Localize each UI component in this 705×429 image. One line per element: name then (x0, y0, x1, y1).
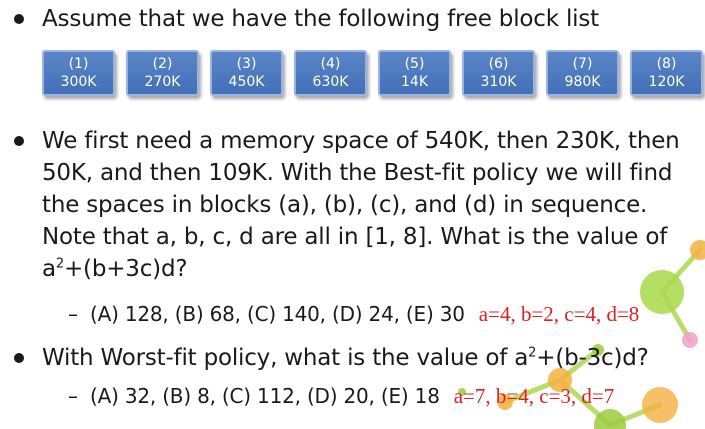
bullet-dot (14, 136, 24, 146)
bullet-best-fit-question: We first need a memory space of 540K, th… (14, 125, 704, 285)
answer-annotation: a=4, b=2, c=4, d=8 (478, 302, 640, 326)
question-text-end: +(b-3c)d? (536, 345, 649, 371)
block-size: 630K (312, 74, 349, 90)
bullet-text: Assume that we have the following free b… (42, 6, 599, 32)
worst-fit-options-row: – (A) 32, (B) 8, (C) 112, (D) 20, (E) 18… (68, 382, 614, 410)
question-text-end: +(b+3c)d? (63, 256, 188, 282)
block-number: (2) (152, 56, 173, 72)
free-block: (2) 270K (126, 50, 199, 96)
block-number: (3) (236, 56, 257, 72)
block-number: (4) (320, 56, 341, 72)
free-block: (8) 120K (630, 50, 703, 96)
free-block: (7) 980K (546, 50, 619, 96)
question-text: With Worst-fit policy, what is the value… (42, 345, 529, 371)
block-size: 300K (60, 74, 97, 90)
bullet-dot (14, 353, 24, 363)
block-size: 450K (228, 74, 265, 90)
dash: – (68, 384, 78, 408)
free-block-list: (1) 300K (2) 270K (3) 450K (4) 630K (5) … (42, 50, 703, 96)
dash: – (68, 302, 78, 326)
block-number: (6) (488, 56, 509, 72)
bullet-text: We first need a memory space of 540K, th… (42, 125, 704, 285)
answer-options: (A) 128, (B) 68, (C) 140, (D) 24, (E) 30 (90, 302, 465, 326)
block-size: 14K (401, 74, 428, 90)
block-size: 120K (648, 74, 685, 90)
bullet-text: With Worst-fit policy, what is the value… (42, 342, 649, 374)
answer-annotation: a=7, b=4, c=3, d=7 (453, 384, 615, 408)
best-fit-options-row: – (A) 128, (B) 68, (C) 140, (D) 24, (E) … (68, 300, 639, 328)
block-number: (1) (68, 56, 89, 72)
superscript: 2 (55, 256, 64, 272)
block-size: 270K (144, 74, 181, 90)
block-size: 310K (480, 74, 517, 90)
free-block: (5) 14K (378, 50, 451, 96)
free-block: (3) 450K (210, 50, 283, 96)
free-block: (4) 630K (294, 50, 367, 96)
free-block: (6) 310K (462, 50, 535, 96)
block-number: (8) (656, 56, 677, 72)
block-number: (7) (572, 56, 593, 72)
free-block: (1) 300K (42, 50, 115, 96)
block-size: 980K (564, 74, 601, 90)
bullet-worst-fit-question: With Worst-fit policy, what is the value… (14, 342, 649, 374)
bullet-dot (14, 14, 24, 24)
bullet-free-block-intro: Assume that we have the following free b… (14, 3, 599, 35)
answer-options: (A) 32, (B) 8, (C) 112, (D) 20, (E) 18 (90, 384, 440, 408)
block-number: (5) (404, 56, 425, 72)
